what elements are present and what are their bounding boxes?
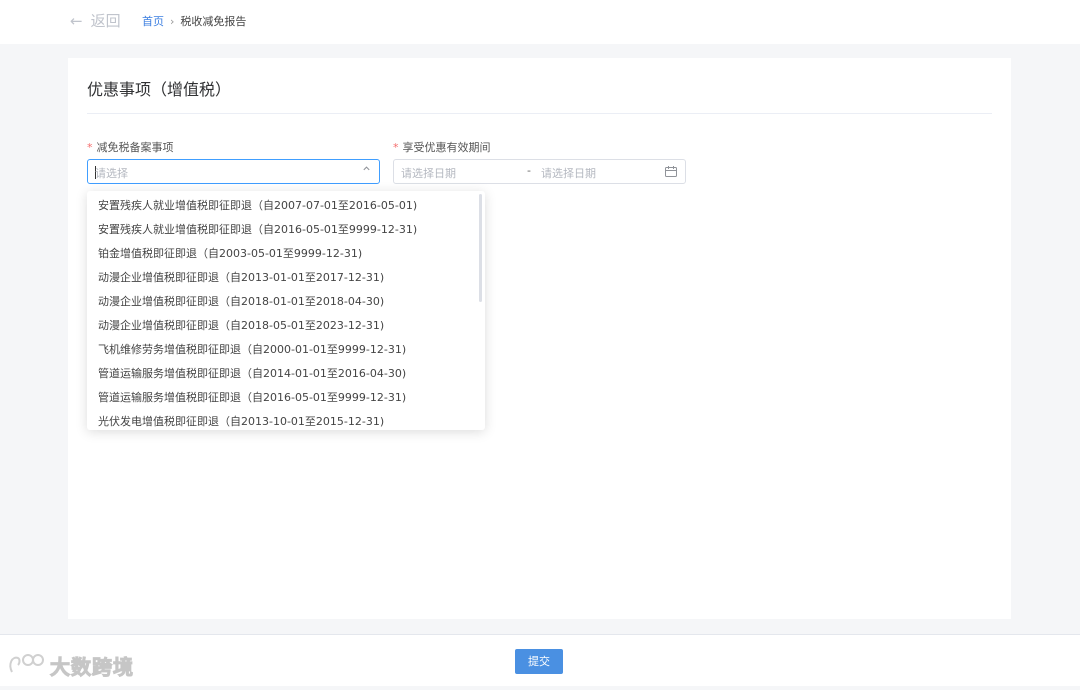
dropdown-option[interactable]: 管道运输服务增值税即征即退（自2014-01-01至2016-04-30) — [87, 362, 485, 386]
relief-item-dropdown: 安置残疾人就业增值税即征即退（自2007-07-01至2016-05-01) 安… — [87, 191, 485, 430]
date-range-picker[interactable]: 请选择日期 - 请选择日期 — [393, 159, 686, 184]
dropdown-option[interactable]: 铂金增值税即征即退（自2003-05-01至9999-12-31) — [87, 242, 485, 266]
required-mark: * — [87, 141, 93, 154]
valid-period-label: * 享受优惠有效期间 — [393, 139, 491, 155]
relief-item-label: * 减免税备案事项 — [87, 139, 174, 155]
watermark: 大数跨境 — [6, 650, 134, 680]
dropdown-option[interactable]: 管道运输服务增值税即征即退（自2016-05-01至9999-12-31) — [87, 386, 485, 410]
dropdown-option[interactable]: 动漫企业增值税即征即退（自2018-05-01至2023-12-31) — [87, 314, 485, 338]
dropdown-list: 安置残疾人就业增值税即征即退（自2007-07-01至2016-05-01) 安… — [87, 191, 485, 430]
watermark-logo-icon — [9, 654, 44, 673]
dropdown-option[interactable]: 动漫企业增值税即征即退（自2013-01-01至2017-12-31) — [87, 266, 485, 290]
dropdown-option[interactable]: 安置残疾人就业增值税即征即退（自2016-05-01至9999-12-31) — [87, 218, 485, 242]
dropdown-option[interactable]: 动漫企业增值税即征即退（自2018-01-01至2018-04-30) — [87, 290, 485, 314]
submit-button[interactable]: 提交 — [515, 649, 563, 674]
dropdown-option[interactable]: 飞机维修劳务增值税即征即退（自2000-01-01至9999-12-31) — [87, 338, 485, 362]
page-title: 优惠事项（增值税） — [87, 80, 232, 99]
calendar-icon — [665, 166, 677, 177]
breadcrumb: 首页 › 税收减免报告 — [142, 13, 246, 29]
back-button[interactable]: ← 返回 — [70, 10, 121, 31]
end-date-input[interactable]: 请选择日期 — [541, 165, 596, 181]
breadcrumb-separator-icon: › — [170, 14, 175, 28]
required-mark: * — [393, 141, 399, 154]
breadcrumb-home[interactable]: 首页 — [142, 13, 164, 29]
relief-item-label-text: 减免税备案事项 — [96, 141, 174, 154]
chevron-up-icon — [362, 164, 371, 176]
arrow-left-icon: ← — [70, 11, 83, 30]
title-divider — [87, 113, 992, 114]
valid-period-label-text: 享受优惠有效期间 — [402, 141, 491, 154]
top-bar: ← 返回 首页 › 税收减免报告 — [0, 0, 1080, 44]
relief-item-select[interactable]: 请选择 — [87, 159, 380, 184]
dropdown-scrollbar[interactable] — [479, 194, 482, 302]
relief-item-placeholder: 请选择 — [95, 167, 128, 180]
start-date-input[interactable]: 请选择日期 — [401, 165, 456, 181]
dropdown-option[interactable]: 安置残疾人就业增值税即征即退（自2007-07-01至2016-05-01) — [87, 194, 485, 218]
footer-bar: 提交 — [0, 634, 1080, 686]
breadcrumb-current: 税收减免报告 — [180, 15, 247, 28]
dropdown-option[interactable]: 光伏发电增值税即征即退（自2013-10-01至2015-12-31) — [87, 410, 485, 430]
back-label: 返回 — [90, 12, 121, 30]
watermark-text: 大数跨境 — [50, 654, 134, 679]
range-separator: - — [527, 164, 531, 177]
